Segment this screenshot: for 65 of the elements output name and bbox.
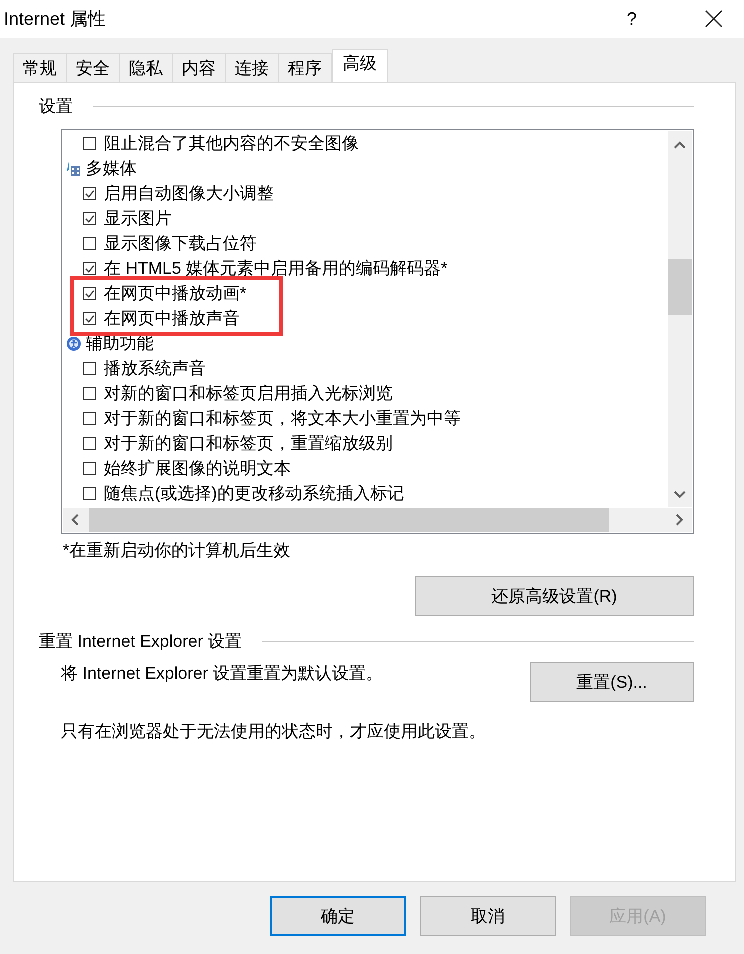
checkbox[interactable] bbox=[83, 237, 96, 250]
checkmark-icon bbox=[84, 264, 94, 272]
checkbox[interactable] bbox=[83, 437, 96, 450]
setting-row[interactable]: 显示图像下载占位符 bbox=[62, 231, 693, 256]
tab[interactable]: 程序 bbox=[278, 53, 332, 82]
checkbox[interactable] bbox=[83, 487, 96, 500]
setting-label: 显示图像下载占位符 bbox=[104, 233, 257, 255]
setting-label: 对于新的窗口和标签页，重置缩放级别 bbox=[104, 433, 393, 455]
setting-row[interactable]: 显示图片 bbox=[62, 206, 693, 231]
category-label: 多媒体 bbox=[86, 158, 137, 180]
setting-row[interactable]: 对于新的窗口和标签页，重置缩放级别 bbox=[62, 431, 693, 456]
setting-label: 在 HTML5 媒体元素中启用备用的编码解码器* bbox=[104, 258, 448, 280]
media-icon bbox=[66, 160, 82, 177]
reset-note: 只有在浏览器处于无法使用的状态时，才应使用此设置。 bbox=[61, 721, 487, 743]
tab[interactable]: 常规 bbox=[13, 53, 67, 82]
setting-row[interactable]: 阻止混合了其他内容的不安全图像 bbox=[62, 131, 693, 156]
restart-note: *在重新启动你的计算机后生效 bbox=[63, 540, 292, 562]
reset-description: 将 Internet Explorer 设置重置为默认设置。 bbox=[61, 663, 384, 685]
checkbox[interactable] bbox=[83, 287, 96, 300]
setting-label: 阻止混合了其他内容的不安全图像 bbox=[104, 133, 359, 155]
horizontal-scrollbar[interactable] bbox=[63, 508, 692, 532]
setting-label: 随焦点(或选择)的更改移动系统插入标记 bbox=[104, 483, 404, 505]
scroll-thumb[interactable] bbox=[668, 259, 692, 315]
checkmark-icon bbox=[84, 314, 94, 322]
setting-label: 在网页中播放声音 bbox=[104, 308, 240, 330]
setting-label: 启用自动图像大小调整 bbox=[104, 183, 274, 205]
setting-label: 显示图片 bbox=[104, 208, 172, 230]
accessibility-icon bbox=[66, 335, 82, 352]
group-label: 设置 bbox=[39, 96, 73, 118]
checkmark-icon bbox=[84, 214, 94, 222]
dialog-button[interactable]: 取消 bbox=[420, 896, 556, 936]
setting-row[interactable]: 启用自动图像大小调整 bbox=[62, 181, 693, 206]
setting-label: 在网页中播放动画* bbox=[104, 283, 247, 305]
setting-label: 播放系统声音 bbox=[104, 358, 206, 380]
close-icon[interactable] bbox=[704, 9, 724, 29]
checkbox[interactable] bbox=[83, 212, 96, 225]
reset-button[interactable]: 重置(S)... bbox=[530, 662, 694, 702]
checkbox[interactable] bbox=[83, 462, 96, 475]
setting-row[interactable]: 对新的窗口和标签页启用插入光标浏览 bbox=[62, 381, 693, 406]
setting-label: 对新的窗口和标签页启用插入光标浏览 bbox=[104, 383, 393, 405]
checkbox[interactable] bbox=[83, 137, 96, 150]
group-label: 重置 Internet Explorer 设置 bbox=[39, 630, 242, 652]
checkbox[interactable] bbox=[83, 262, 96, 275]
vertical-scrollbar[interactable] bbox=[668, 131, 692, 507]
scroll-thumb[interactable] bbox=[89, 508, 609, 532]
setting-row[interactable]: 对于新的窗口和标签页，将文本大小重置为中等 bbox=[62, 406, 693, 431]
category-label: 辅助功能 bbox=[86, 333, 154, 355]
setting-row[interactable]: 播放系统声音 bbox=[62, 356, 693, 381]
window-title: Internet 属性 bbox=[3, 8, 106, 31]
setting-label: 对于新的窗口和标签页，将文本大小重置为中等 bbox=[104, 408, 461, 430]
tab[interactable]: 高级 bbox=[332, 49, 388, 82]
checkbox[interactable] bbox=[83, 187, 96, 200]
setting-label: 始终扩展图像的说明文本 bbox=[104, 458, 291, 480]
dialog-button[interactable]: 确定 bbox=[270, 896, 406, 936]
setting-row[interactable]: 在 HTML5 媒体元素中启用备用的编码解码器* bbox=[62, 256, 693, 281]
setting-row[interactable]: 始终扩展图像的说明文本 bbox=[62, 456, 693, 481]
checkbox[interactable] bbox=[83, 312, 96, 325]
setting-row[interactable]: 随焦点(或选择)的更改移动系统插入标记 bbox=[62, 481, 693, 506]
checkbox[interactable] bbox=[83, 412, 96, 425]
restore-button[interactable]: 还原高级设置(R) bbox=[415, 576, 694, 616]
checkmark-icon bbox=[84, 190, 94, 198]
checkmark-icon bbox=[84, 290, 94, 298]
checkbox[interactable] bbox=[83, 387, 96, 400]
help-button[interactable]: ? bbox=[612, 8, 652, 30]
checkbox[interactable] bbox=[83, 362, 96, 375]
